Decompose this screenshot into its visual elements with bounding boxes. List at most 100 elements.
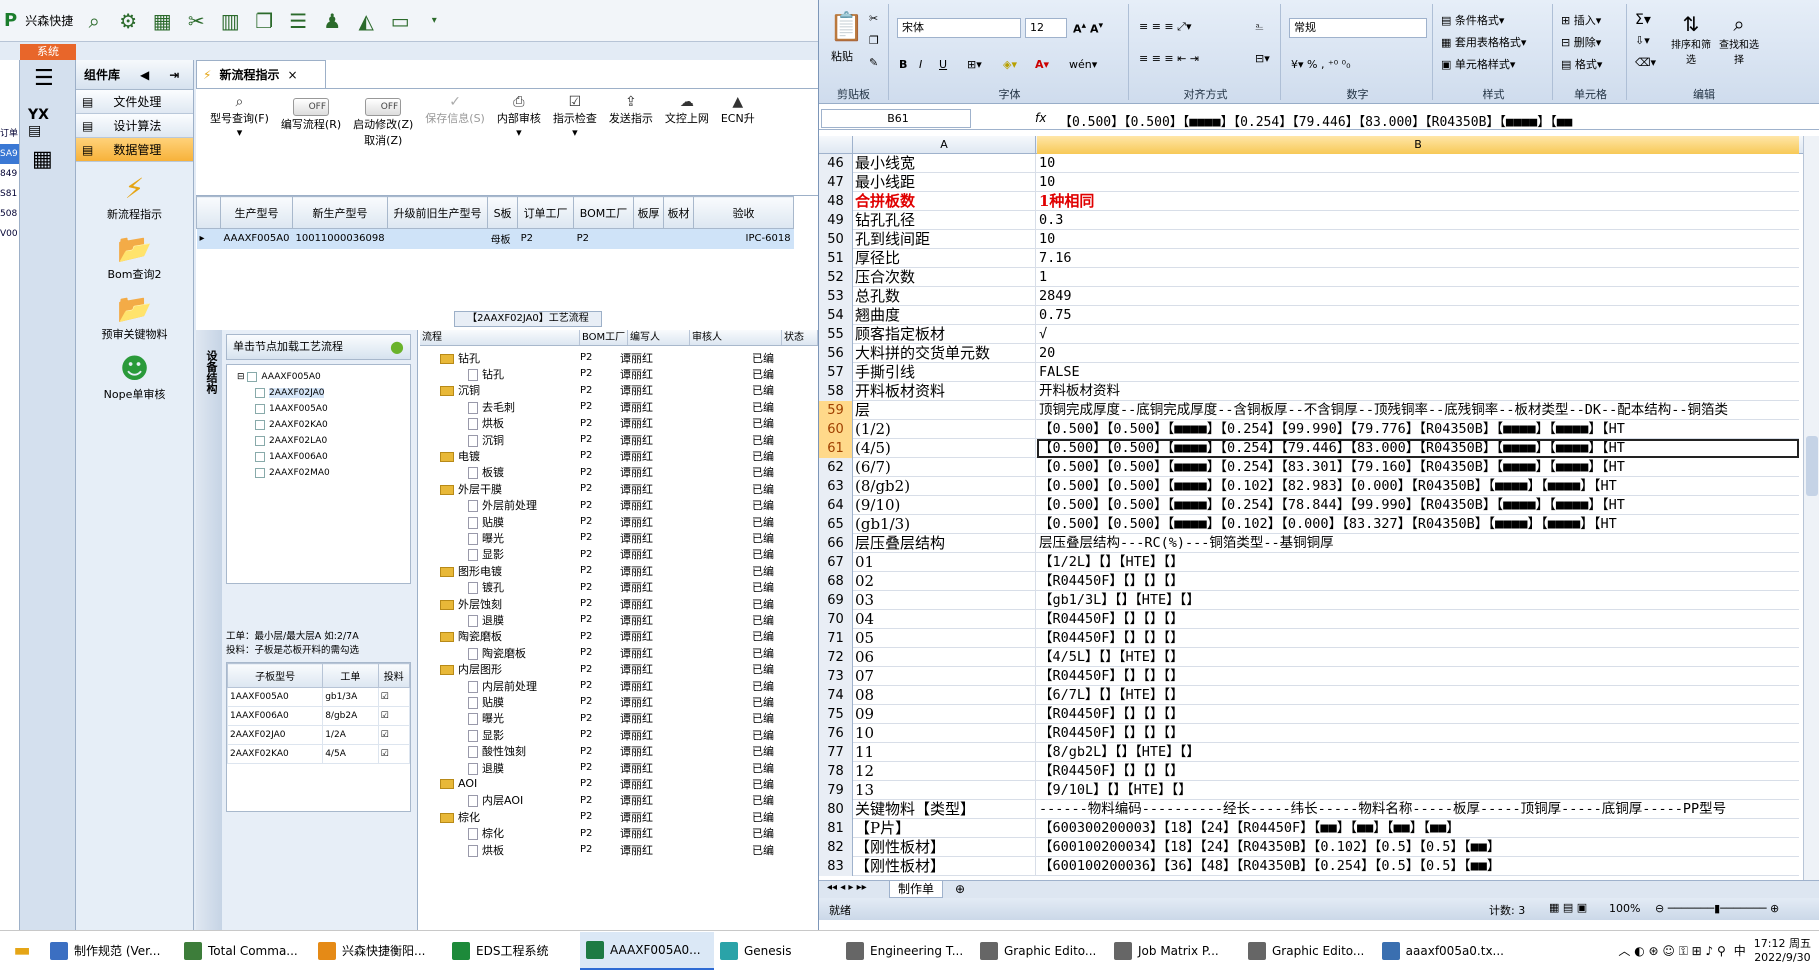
row-number[interactable]: 80 xyxy=(819,800,853,819)
cell-b[interactable]: 7.16 xyxy=(1037,249,1799,268)
row-number[interactable]: 47 xyxy=(819,173,853,192)
cell-b[interactable]: ------物料编码----------经长-----纬长-----物料名称--… xyxy=(1037,800,1799,819)
cell-b[interactable]: 【4/5L】【】【HTE】【】 xyxy=(1037,648,1799,667)
new-sheet-icon[interactable]: ⊕ xyxy=(955,882,965,896)
row-number[interactable]: 56 xyxy=(819,344,853,363)
column-a-header[interactable]: A xyxy=(853,136,1036,154)
cell-b[interactable]: 0.75 xyxy=(1037,306,1799,325)
nav-item-bom-query[interactable]: 📂 Bom查询2 xyxy=(76,232,193,282)
cell-a[interactable]: 最小线距 xyxy=(853,173,1036,192)
menu-icon[interactable]: ☰ xyxy=(34,66,75,91)
tray-icons[interactable]: ︿ ◐ ⊛ ☺ ⚿ ⊞ ♪ ⚲ xyxy=(1618,942,1725,959)
save-info-button[interactable]: ✓ 保存信息(S) xyxy=(419,90,491,170)
monitor-icon[interactable]: ▭ xyxy=(387,8,413,34)
cell-b[interactable]: 【gb1/3L】【】【HTE】【】 xyxy=(1037,591,1799,610)
taskbar-item[interactable]: 兴森快捷衡阳... xyxy=(312,932,446,970)
cell-a[interactable]: 10 xyxy=(853,724,1036,743)
row-number[interactable]: 62 xyxy=(819,458,853,477)
wrap-text-icon[interactable]: ⎁ xyxy=(1255,20,1264,34)
cell-b[interactable]: 1种相同 xyxy=(1037,192,1799,211)
cell-a[interactable]: 大料拼的交货单元数 xyxy=(853,344,1036,363)
nav-item-new-flow[interactable]: ⚡ 新流程指示 xyxy=(76,172,193,222)
list-icon[interactable]: ☰ xyxy=(285,8,311,34)
cell-b[interactable]: 【6/7L】【】【HTE】【】 xyxy=(1037,686,1799,705)
col-header[interactable]: 订单工厂 xyxy=(517,196,575,229)
cell-b[interactable]: 【R04450F】【】【】【】 xyxy=(1037,610,1799,629)
fx-icon[interactable]: fx xyxy=(1035,111,1046,125)
flow-row[interactable]: 烘板 P2 谭丽红 已编 xyxy=(420,840,818,859)
cell-b[interactable]: 10 xyxy=(1037,230,1799,249)
tree-node[interactable]: 1AAXF006A0 xyxy=(237,449,410,465)
row-number[interactable]: 75 xyxy=(819,705,853,724)
row-number[interactable]: 58 xyxy=(819,382,853,401)
taskbar-item[interactable]: AAAXF005A0... xyxy=(580,931,714,970)
row-number[interactable]: 65 xyxy=(819,515,853,534)
start-button[interactable]: ▬ xyxy=(0,932,44,970)
cell-a[interactable]: 06 xyxy=(853,648,1036,667)
format-button[interactable]: ▤ 格式▾ xyxy=(1561,56,1602,72)
row-number[interactable]: 57 xyxy=(819,363,853,382)
row-number[interactable]: 78 xyxy=(819,762,853,781)
row-number[interactable]: 79 xyxy=(819,781,853,800)
fill-icon[interactable]: ⇩▾ xyxy=(1635,34,1650,47)
cell-b[interactable]: 2849 xyxy=(1037,287,1799,306)
yx-module-icon[interactable]: YX ▤ xyxy=(28,107,75,139)
cell-a[interactable]: 13 xyxy=(853,781,1036,800)
nav-group-design[interactable]: ▤ 设计算法 xyxy=(76,114,193,138)
cell-a[interactable]: 总孔数 xyxy=(853,287,1036,306)
cell-a[interactable]: (9/10) xyxy=(853,496,1036,515)
font-name-box[interactable]: 宋体 xyxy=(897,18,1021,38)
sheet-nav-icon[interactable]: ◂◂ ◂ ▸ ▸▸ xyxy=(827,882,867,893)
tree-node[interactable]: 2AAXF02MA0 xyxy=(237,465,410,481)
row-number[interactable]: 72 xyxy=(819,648,853,667)
row-number[interactable]: 48 xyxy=(819,192,853,211)
phonetic-icon[interactable]: wén▾ xyxy=(1069,58,1097,71)
film-icon[interactable]: ▥ xyxy=(217,8,243,34)
row-number[interactable]: 77 xyxy=(819,743,853,762)
row-number[interactable]: 63 xyxy=(819,477,853,496)
tree-node[interactable]: 2AAXF02LA0 xyxy=(237,433,410,449)
tree-root[interactable]: ⊟ AAAXF005A0 xyxy=(237,369,410,385)
taskbar-item[interactable]: Genesis xyxy=(714,932,840,970)
table-row[interactable]: 1AAXF006A0 8/gb2A ☑ xyxy=(226,706,411,726)
zoom-slider[interactable]: ⊖ ───────▮─────── ⊕ xyxy=(1655,902,1779,915)
row-number[interactable]: 64 xyxy=(819,496,853,515)
row-number[interactable]: 83 xyxy=(819,857,853,876)
taskbar-item[interactable]: Total Comma... xyxy=(178,932,312,970)
cell-b[interactable]: 【8/gb2L】【】【HTE】【】 xyxy=(1037,743,1799,762)
taskbar-item[interactable]: EDS工程系统 xyxy=(446,932,580,970)
cell-a[interactable]: (8/gb2) xyxy=(853,477,1036,496)
cell-b[interactable]: 20 xyxy=(1037,344,1799,363)
nav-item-nope-review[interactable]: ☻ Nope单审核 xyxy=(76,352,193,402)
pin-icon[interactable]: ⇥ xyxy=(169,68,179,82)
ime-indicator[interactable]: 中 xyxy=(1734,942,1746,959)
bold-icon[interactable]: B xyxy=(899,58,907,71)
italic-icon[interactable]: I xyxy=(919,58,922,71)
row-number[interactable]: 81 xyxy=(819,819,853,838)
cell-b[interactable]: 【R04450F】【】【】【】 xyxy=(1037,667,1799,686)
tree-node[interactable]: 2AAXF02KA0 xyxy=(237,417,410,433)
cell-a[interactable]: (1/2) xyxy=(853,420,1036,439)
col-header[interactable]: 生产型号 xyxy=(220,196,293,229)
cell-b[interactable]: 【R04450F】【】【】【】 xyxy=(1037,762,1799,781)
row-number[interactable]: 50 xyxy=(819,230,853,249)
sheet-tab[interactable]: 制作单 xyxy=(889,881,944,898)
dropdown-icon[interactable]: ▾ xyxy=(421,8,447,34)
row-number[interactable]: 82 xyxy=(819,838,853,857)
currency-icon[interactable]: ¥▾ % , ⁺⁰ ⁰₀ xyxy=(1291,58,1351,71)
cell-a[interactable]: 04 xyxy=(853,610,1036,629)
align-top-icon[interactable]: ≡ ≡ ≡ ⤢▾ xyxy=(1139,20,1191,34)
col-header[interactable]: 验收 xyxy=(693,196,795,229)
cell-a[interactable]: 钻孔孔径 xyxy=(853,211,1036,230)
grow-font-icon[interactable]: A▴ A▾ xyxy=(1073,20,1103,36)
cell-a[interactable]: (4/5) xyxy=(853,439,1036,458)
clear-icon[interactable]: ⌫▾ xyxy=(1635,56,1656,69)
search-icon[interactable]: ⌕ xyxy=(81,8,107,34)
insert-button[interactable]: ⊞ 插入▾ xyxy=(1561,12,1601,28)
cell-b[interactable]: √ xyxy=(1037,325,1799,344)
cell-b[interactable]: 【R04450F】【】【】【】 xyxy=(1037,629,1799,648)
row-number[interactable]: 67 xyxy=(819,553,853,572)
cell-b[interactable]: 【600100200036】【36】【48】【R04350B】【0.254】【0… xyxy=(1037,857,1799,876)
cell-a[interactable]: 开料板材资料 xyxy=(853,382,1036,401)
ecn-button[interactable]: ▲ ECN升 xyxy=(715,90,761,170)
